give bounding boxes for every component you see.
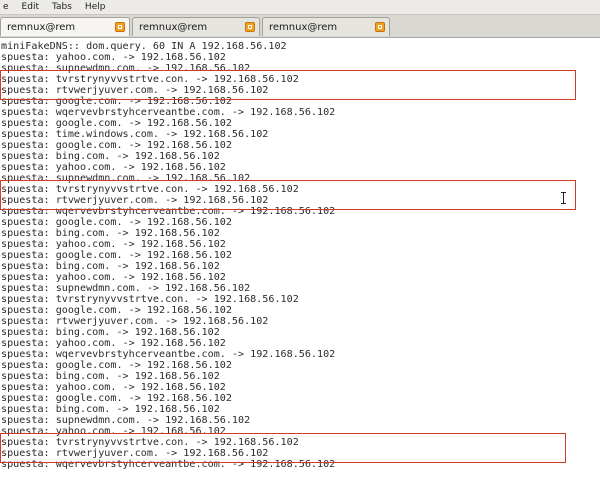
terminal-line: spuesta: yahoo.com. -> 192.168.56.102 bbox=[1, 52, 226, 63]
terminal-line: spuesta: wqervevbrstyhcerveantbe.com. ->… bbox=[1, 206, 336, 217]
terminal-line: spuesta: tvrstrynyvvstrtve.con. -> 192.1… bbox=[1, 294, 299, 305]
tab-terminal-2[interactable]: remnux@rem bbox=[132, 17, 260, 36]
menu-item[interactable]: Edit bbox=[22, 2, 39, 12]
terminal-line: spuesta: yahoo.com. -> 192.168.56.102 bbox=[1, 338, 226, 349]
terminal-line: spuesta: wqervevbrstyhcerveantbe.com. ->… bbox=[1, 349, 336, 360]
terminal-line: spuesta: yahoo.com. -> 192.168.56.102 bbox=[1, 382, 226, 393]
terminal-line: spuesta: time.windows.com. -> 192.168.56… bbox=[1, 129, 269, 140]
terminal-line: spuesta: tvrstrynyvvstrtve.con. -> 192.1… bbox=[1, 184, 299, 195]
terminal-line: spuesta: yahoo.com. -> 192.168.56.102 bbox=[1, 426, 226, 437]
terminal-line: spuesta: rtvwerjyuver.com. -> 192.168.56… bbox=[1, 448, 269, 459]
terminal-line: spuesta: supnewdmn.com. -> 192.168.56.10… bbox=[1, 173, 251, 184]
terminal-output[interactable]: miniFakeDNS:: dom.query. 60 IN A 192.168… bbox=[0, 38, 600, 482]
terminal-line: spuesta: google.com. -> 192.168.56.102 bbox=[1, 140, 232, 151]
tab-label: remnux@rem bbox=[139, 21, 208, 33]
tab-label: remnux@rem bbox=[7, 21, 76, 33]
terminal-line: spuesta: google.com. -> 192.168.56.102 bbox=[1, 393, 232, 404]
terminal-line: spuesta: wqervevbrstyhcerveantbe.com. ->… bbox=[1, 459, 336, 470]
menu-item[interactable]: e bbox=[3, 2, 9, 12]
terminal-line: miniFakeDNS:: dom.query. 60 IN A 192.168… bbox=[1, 41, 287, 52]
terminal-line: spuesta: bing.com. -> 192.168.56.102 bbox=[1, 327, 220, 338]
terminal-line: spuesta: bing.com. -> 192.168.56.102 bbox=[1, 228, 220, 239]
terminal-line: spuesta: supnewdmn.com. -> 192.168.56.10… bbox=[1, 283, 251, 294]
terminal-line: spuesta: rtvwerjyuver.com. -> 192.168.56… bbox=[1, 195, 269, 206]
menu-bar: e Edit Tabs Help bbox=[0, 0, 600, 15]
terminal-line: spuesta: bing.com. -> 192.168.56.102 bbox=[1, 371, 220, 382]
terminal-line: spuesta: bing.com. -> 192.168.56.102 bbox=[1, 261, 220, 272]
terminal-line: spuesta: yahoo.com. -> 192.168.56.102 bbox=[1, 239, 226, 250]
tab-label: remnux@rem bbox=[269, 21, 338, 33]
terminal-line: spuesta: tvrstrynyvvstrtve.con. -> 192.1… bbox=[1, 74, 299, 85]
terminal-line: spuesta: supnewdmn.com. -> 192.168.56.10… bbox=[1, 63, 251, 74]
tab-close-icon[interactable] bbox=[115, 22, 125, 32]
terminal-line: spuesta: bing.com. -> 192.168.56.102 bbox=[1, 404, 220, 415]
terminal-line: spuesta: rtvwerjyuver.com. -> 192.168.56… bbox=[1, 85, 269, 96]
terminal-line: spuesta: yahoo.com. -> 192.168.56.102 bbox=[1, 162, 226, 173]
tab-close-icon[interactable] bbox=[245, 22, 255, 32]
terminal-line: spuesta: google.com. -> 192.168.56.102 bbox=[1, 250, 232, 261]
menu-item[interactable]: Tabs bbox=[52, 2, 72, 12]
terminal-line: spuesta: rtvwerjyuver.com. -> 192.168.56… bbox=[1, 316, 269, 327]
terminal-line: spuesta: google.com. -> 192.168.56.102 bbox=[1, 118, 232, 129]
menu-item[interactable]: Help bbox=[85, 2, 106, 12]
terminal-line: spuesta: wqervevbrstyhcerveantbe.com. ->… bbox=[1, 107, 336, 118]
terminal-line: spuesta: bing.com. -> 192.168.56.102 bbox=[1, 151, 220, 162]
terminal-line: spuesta: google.com. -> 192.168.56.102 bbox=[1, 305, 232, 316]
tab-close-icon[interactable] bbox=[375, 22, 385, 32]
tab-terminal-3[interactable]: remnux@rem bbox=[262, 17, 390, 36]
terminal-line: spuesta: google.com. -> 192.168.56.102 bbox=[1, 217, 232, 228]
terminal-line: spuesta: google.com. -> 192.168.56.102 bbox=[1, 96, 232, 107]
terminal-line: spuesta: yahoo.com. -> 192.168.56.102 bbox=[1, 272, 226, 283]
tab-terminal-1[interactable]: remnux@rem bbox=[0, 17, 130, 36]
terminal-line: spuesta: google.com. -> 192.168.56.102 bbox=[1, 360, 232, 371]
terminal-line: spuesta: tvrstrynyvvstrtve.con. -> 192.1… bbox=[1, 437, 299, 448]
terminal-line: spuesta: supnewdmn.com. -> 192.168.56.10… bbox=[1, 415, 251, 426]
tab-bar: remnux@rem remnux@rem remnux@rem bbox=[0, 15, 600, 38]
